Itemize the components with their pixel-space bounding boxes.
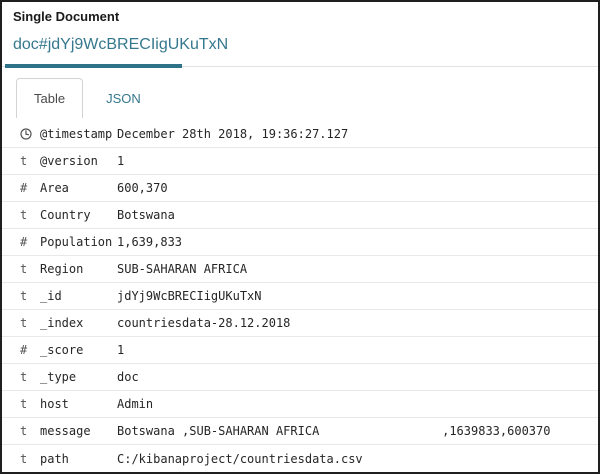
field-value: 1 (117, 343, 124, 357)
field-name: Population (40, 235, 117, 249)
tab-table-label: Table (34, 91, 65, 106)
field-name: @version (40, 154, 117, 168)
table-row: t _id jdYj9WcBRECIigUKuTxN (2, 283, 598, 310)
table-row: @timestamp December 28th 2018, 19:36:27.… (2, 121, 598, 148)
field-value: 600,370 (117, 181, 168, 195)
field-value: C:/kibanaproject/countriesdata.csv (117, 452, 363, 466)
table-row: # Population 1,639,833 (2, 229, 598, 256)
field-name: _index (40, 316, 117, 330)
table-row: t path C:/kibanaproject/countriesdata.cs… (2, 445, 598, 472)
field-name: _id (40, 289, 117, 303)
string-type-icon: t (20, 370, 40, 384)
string-type-icon: t (20, 424, 40, 438)
tab-json-label: JSON (106, 91, 141, 106)
field-value: jdYj9WcBRECIigUKuTxN (117, 289, 262, 303)
table-row: # Area 600,370 (2, 175, 598, 202)
number-type-icon: # (20, 235, 40, 249)
field-name: _score (40, 343, 117, 357)
field-name: host (40, 397, 117, 411)
field-value: doc (117, 370, 139, 384)
string-type-icon: t (20, 154, 40, 168)
table-row: t _index countriesdata-28.12.2018 (2, 310, 598, 337)
field-name: message (40, 424, 117, 438)
string-type-icon: t (20, 208, 40, 222)
table-row: t Country Botswana (2, 202, 598, 229)
doc-id-heading: doc#jdYj9WcBRECIigUKuTxN (13, 35, 588, 54)
table-row: t Region SUB-SAHARAN AFRICA (2, 256, 598, 283)
field-value: Admin (117, 397, 153, 411)
table-row: t host Admin (2, 391, 598, 418)
table-row: t _type doc (2, 364, 598, 391)
string-type-icon: t (20, 289, 40, 303)
field-name: Area (40, 181, 117, 195)
string-type-icon: t (20, 452, 40, 466)
tab-table[interactable]: Table (16, 78, 83, 118)
field-value: 1,639,833 (117, 235, 182, 249)
number-type-icon: # (20, 343, 40, 357)
field-value: 1 (117, 154, 124, 168)
panel-header: Single Document doc#jdYj9WcBRECIigUKuTxN (2, 2, 598, 54)
single-document-panel: Single Document doc#jdYj9WcBRECIigUKuTxN… (0, 0, 600, 474)
table-row: t message Botswana ,SUB-SAHARAN AFRICA ,… (2, 418, 598, 445)
view-tabs: Table JSON (16, 78, 598, 118)
clock-icon (20, 128, 40, 140)
field-name: @timestamp (40, 127, 117, 141)
field-value: countriesdata-28.12.2018 (117, 316, 290, 330)
string-type-icon: t (20, 397, 40, 411)
page-title: Single Document (13, 9, 588, 24)
table-row: # _score 1 (2, 337, 598, 364)
string-type-icon: t (20, 262, 40, 276)
number-type-icon: # (20, 181, 40, 195)
heading-divider (2, 60, 598, 67)
doc-table: @timestamp December 28th 2018, 19:36:27.… (2, 121, 598, 472)
field-value: Botswana (117, 208, 175, 222)
string-type-icon: t (20, 316, 40, 330)
table-row: t @version 1 (2, 148, 598, 175)
field-value: December 28th 2018, 19:36:27.127 (117, 127, 348, 141)
field-name: _type (40, 370, 117, 384)
tab-json[interactable]: JSON (90, 78, 157, 118)
field-value: SUB-SAHARAN AFRICA (117, 262, 247, 276)
field-name: path (40, 452, 117, 466)
heading-underline (5, 64, 182, 68)
field-name: Region (40, 262, 117, 276)
field-name: Country (40, 208, 117, 222)
field-value: Botswana ,SUB-SAHARAN AFRICA ,1639833,60… (117, 424, 550, 438)
